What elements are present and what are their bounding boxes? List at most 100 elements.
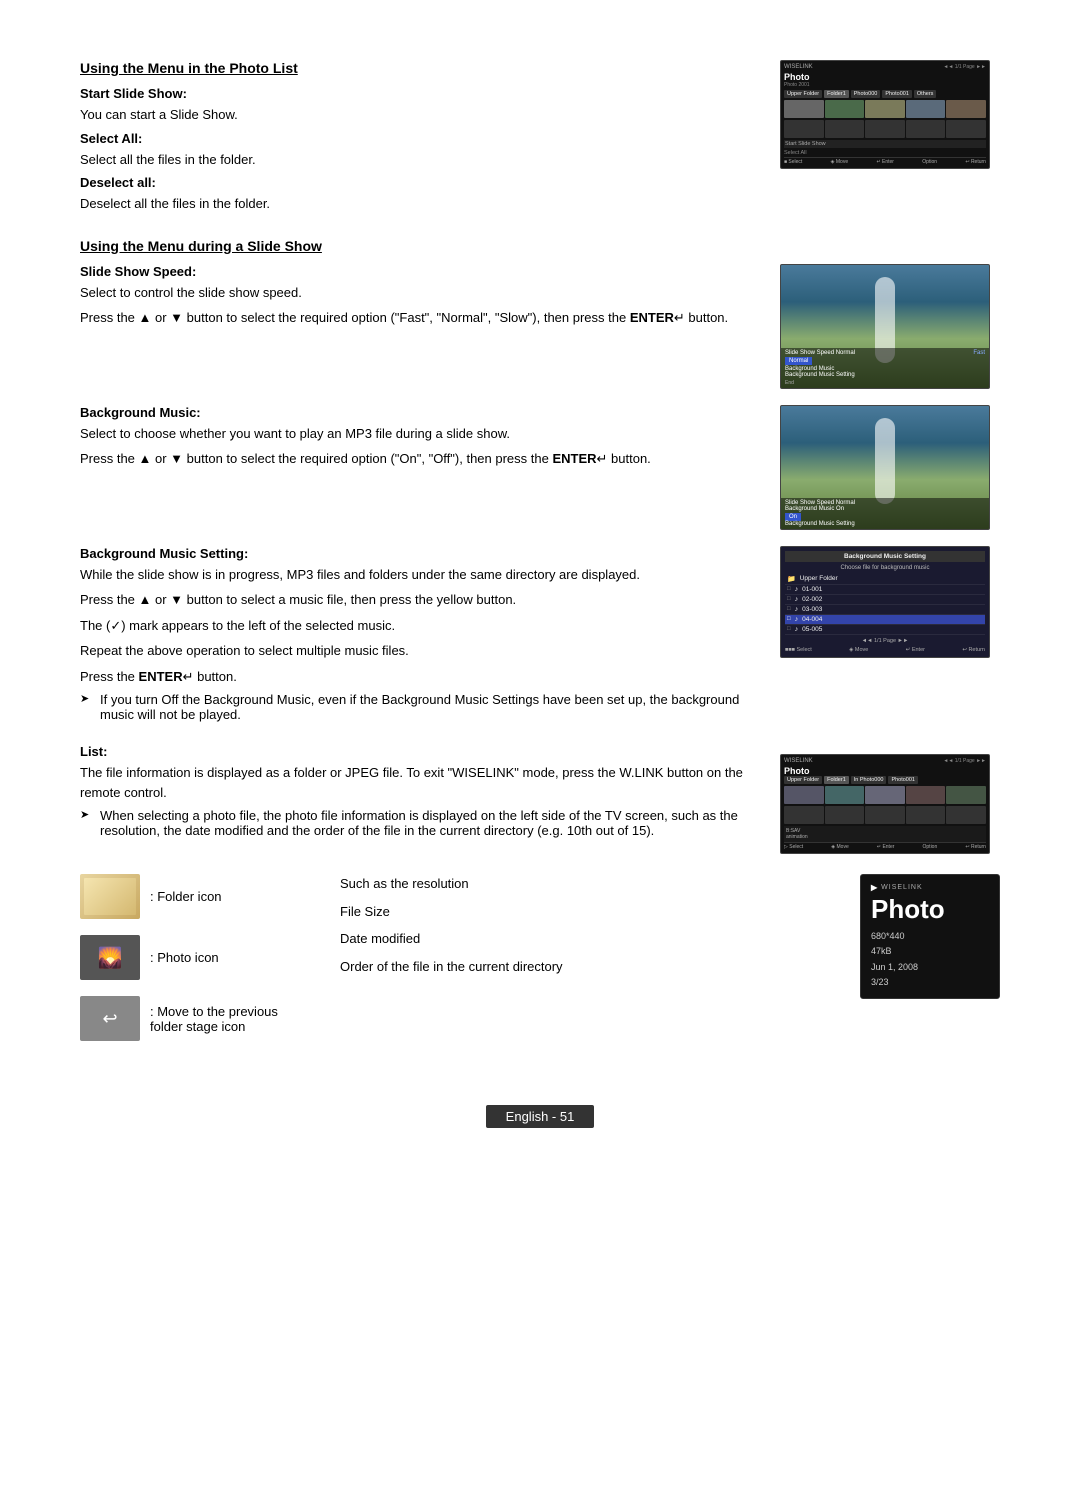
pls-folder-photo001: Photo001	[882, 90, 912, 98]
pls-top: WISELINK ◄◄ 1/1 Page ►►	[784, 64, 986, 70]
speed-text: Slide Show Speed: Select to control the …	[80, 264, 750, 389]
pls-pageinfo: ◄◄ 1/1 Page ►►	[943, 64, 986, 70]
legend-photo: : Photo icon	[80, 935, 300, 980]
bgm-check-01: □	[787, 586, 791, 592]
legend-folder: : Folder icon	[80, 874, 300, 919]
pls-folder-1: Folder1	[824, 90, 849, 98]
pls-footer-option: Option	[922, 159, 937, 165]
thumb-7	[825, 120, 865, 138]
bgm-row-03: □ ♪ 03-003	[785, 605, 985, 615]
right-annotation: Such as the resolution File Size Date mo…	[340, 874, 1000, 1057]
bgm-on-label: Background Music On	[785, 506, 844, 512]
list-folder-upper: Upper Folder	[784, 776, 822, 784]
pls-menu-start: Start Slide Show	[784, 140, 986, 148]
bgm-setting-row: Background Music Setting	[785, 521, 985, 527]
speed-screen: Slide Show Speed Normal Fast Normal Back…	[780, 264, 990, 389]
speed-overlay-row1: Slide Show Speed Normal Fast	[785, 350, 985, 356]
resolution-label: Such as the resolution	[340, 874, 840, 894]
speed-screenshot: Slide Show Speed Normal Fast Normal Back…	[780, 264, 1000, 389]
subsection-bgms: Background Music Setting: While the slid…	[80, 546, 1000, 729]
pls-footer: ■ Select ◈ Move ↵ Enter Option ↩ Return	[784, 157, 986, 165]
bgm-label-05: 05-005	[802, 626, 822, 633]
list-thumb-5	[946, 786, 986, 804]
list-thumb-10	[946, 806, 986, 824]
section1: Using the Menu in the Photo List Start S…	[80, 60, 1000, 220]
speed-body: Select to control the slide show speed.	[80, 283, 750, 303]
list-folder-photo001: Photo001	[888, 776, 918, 784]
list-footer-enter: ↵ Enter	[877, 844, 895, 850]
list-photo-screen: WISELINK ◄◄ 1/1 Page ►► Photo Upper Fold…	[780, 754, 990, 854]
list-footer-option: Option	[923, 844, 938, 850]
thumb-4	[906, 100, 946, 118]
back-icon	[80, 996, 140, 1041]
list-thumb-1	[784, 786, 824, 804]
pls-wiselink: WISELINK	[784, 64, 813, 70]
list-footer: ▷ Select ◈ Move ↵ Enter Option ↩ Return	[784, 842, 986, 850]
bgm-row-02: □ ♪ 02-002	[785, 595, 985, 605]
select-all-body: Select all the files in the folder.	[80, 150, 750, 170]
pls-folder-others: Others	[914, 90, 937, 98]
pls-folder-photo000: Photo000	[851, 90, 881, 98]
wiselink-logo-symbol: ▶	[871, 883, 878, 892]
bgm-title: Background Music:	[80, 405, 750, 420]
list-pls-title: Photo	[784, 766, 986, 776]
pls-menu-select: Select All	[784, 150, 986, 156]
pls-title: Photo	[784, 72, 986, 82]
bgm-icon-05: ♪	[795, 626, 799, 633]
bgms-detail4: Press the ENTER↵ button.	[80, 667, 750, 687]
thumb-9	[906, 120, 946, 138]
thumb-8	[865, 120, 905, 138]
list-footer-return: ↩ Return	[965, 844, 986, 850]
bgm-icon-04: ♪	[795, 616, 799, 623]
pls-folder-upper: Upper Folder	[784, 90, 822, 98]
speed-fast: Fast	[973, 350, 985, 356]
list-body: The file information is displayed as a f…	[80, 763, 750, 802]
speed-normal-highlight: Normal	[785, 357, 812, 365]
pls-footer-return: ↩ Return	[965, 159, 986, 165]
bgm-setting-screen: Background Music Setting Choose file for…	[780, 546, 990, 658]
bgm-footer-select: ■■■ Select	[785, 647, 812, 653]
icon-legend: : Folder icon : Photo icon : Move to the…	[80, 874, 300, 1057]
bgm-icon-01: ♪	[795, 586, 799, 593]
list-wiselink: WISELINK	[784, 758, 813, 764]
speed-bgm-label: Background Music	[785, 366, 834, 372]
speed-title: Slide Show Speed:	[80, 264, 750, 279]
list-thumbs-row1	[784, 786, 986, 804]
pls-folders: Upper Folder Folder1 Photo000 Photo001 O…	[784, 90, 986, 98]
list-thumb-9	[906, 806, 946, 824]
speed-overlay: Slide Show Speed Normal Fast Normal Back…	[781, 348, 989, 388]
subsection-select-all: Select All: Select all the files in the …	[80, 131, 750, 170]
bgm-page-nav: ◄◄ 1/1 Page ►►	[785, 638, 985, 644]
bgm-row-05: □ ♪ 05-005	[785, 625, 985, 635]
bgm-setting-subheader: Choose file for background music	[785, 565, 985, 571]
annotation-area: Such as the resolution File Size Date mo…	[340, 874, 1000, 999]
section1-title: Using the Menu in the Photo List	[80, 60, 750, 76]
bgm-screenshot: Slide Show Speed Normal Background Music…	[780, 405, 1000, 530]
subsection-list: List: The file information is displayed …	[80, 744, 1000, 854]
list-thumb-2	[825, 786, 865, 804]
enter-bold-3: ENTER	[139, 669, 183, 684]
bgm-check-05: □	[787, 626, 791, 632]
photo-list-screen: WISELINK ◄◄ 1/1 Page ►► Photo Photo 2001…	[780, 60, 990, 169]
speed-bgm-setting: Background Music Setting	[785, 372, 985, 378]
section1-text: Using the Menu in the Photo List Start S…	[80, 60, 750, 220]
list-thumb-4	[906, 786, 946, 804]
deselect-all-title: Deselect all:	[80, 175, 750, 190]
bgm-overlay: Slide Show Speed Normal Background Music…	[781, 498, 989, 529]
section2-title: Using the Menu during a Slide Show	[80, 238, 1000, 254]
speed-footer-end: End	[785, 380, 985, 386]
page-content: Using the Menu in the Photo List Start S…	[80, 60, 1000, 1128]
folder-icon-label: : Folder icon	[150, 889, 222, 904]
list-thumb-6	[784, 806, 824, 824]
bgms-title: Background Music Setting:	[80, 546, 750, 561]
list-info-box: B:SAVanimation	[784, 826, 986, 842]
wiselink-brand-text: WISELINK	[881, 884, 922, 891]
wiselink-title-text: Photo	[871, 894, 989, 925]
subsection-start-slide-show: Start Slide Show: You can start a Slide …	[80, 86, 750, 125]
list-folder-1: Folder1	[824, 776, 849, 784]
bgm-upper-icon: 📁	[787, 575, 796, 583]
date-label: Date modified	[340, 929, 840, 949]
thumb-5	[946, 100, 986, 118]
footer-badge: English - 51	[486, 1105, 595, 1128]
bgm-screen: Slide Show Speed Normal Background Music…	[780, 405, 990, 530]
